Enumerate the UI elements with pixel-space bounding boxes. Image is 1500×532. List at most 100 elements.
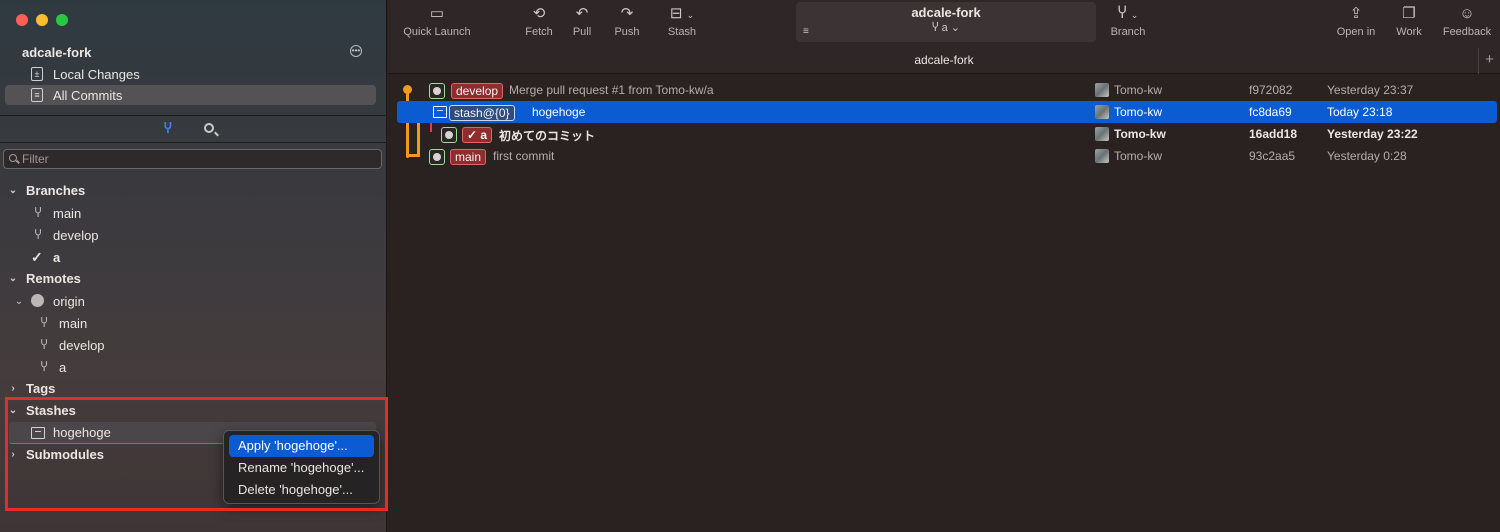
sidebar-item-local-changes[interactable]: ± Local Changes: [5, 64, 376, 84]
button-label: Quick Launch: [403, 26, 471, 38]
more-options-icon[interactable]: •••: [350, 45, 362, 57]
repository-title: adcale-fork: [911, 5, 981, 20]
badge-label: a: [480, 128, 488, 142]
branch-item-a[interactable]: ✓ a: [0, 246, 387, 268]
commit-row[interactable]: ✓ a 初めてのコミット Tomo-kw 16add18 Yesterday 2…: [388, 123, 1500, 145]
commit-list: develop Merge pull request #1 from Tomo-…: [388, 76, 1500, 532]
branch-label: a: [53, 249, 61, 265]
fetch-icon: ⟲: [532, 5, 546, 22]
current-branch-selector[interactable]: Ⴤ a ⌄: [796, 21, 1096, 34]
smiley-icon: ☺: [1459, 5, 1475, 22]
branch-badge: ✓ a: [462, 127, 493, 143]
section-tags[interactable]: › Tags: [0, 377, 387, 399]
chevron-down-icon: ⌄: [8, 272, 18, 284]
button-label: Work: [1396, 26, 1422, 38]
list-icon: ≡: [803, 26, 809, 37]
pull-icon: ↶: [575, 5, 589, 22]
branch-label: main: [53, 205, 82, 221]
commit-hash: 93c2aa5: [1249, 149, 1296, 163]
open-in-button[interactable]: ⇪ Open in: [1334, 5, 1378, 38]
commit-row[interactable]: develop Merge pull request #1 from Tomo-…: [388, 79, 1500, 101]
branch-label: main: [59, 315, 88, 331]
branch-label: develop: [53, 227, 99, 243]
button-label: Fetch: [525, 26, 553, 38]
commit-hash: 16add18: [1249, 127, 1298, 141]
feedback-button[interactable]: ☺ Feedback: [1440, 5, 1494, 38]
commit-date: Today 23:18: [1327, 105, 1393, 119]
current-branch-label: a: [941, 22, 948, 34]
remote-branch-develop[interactable]: Ⴤ develop: [0, 334, 387, 356]
section-label: Branches: [26, 182, 86, 198]
pull-button[interactable]: ↶ Pull: [567, 5, 597, 38]
commit-message: Merge pull request #1 from Tomo-kw/a: [509, 83, 714, 97]
remote-branch-a[interactable]: Ⴤ a: [0, 356, 387, 378]
all-commits-icon: ≡: [31, 88, 43, 102]
chevron-down-icon: ⌄: [14, 295, 24, 307]
fetch-button[interactable]: ⟲ Fetch: [521, 5, 557, 38]
commit-author: Tomo-kw: [1114, 105, 1163, 119]
branch-icon: Ⴤ: [34, 228, 42, 242]
remote-item-origin[interactable]: ⌄ origin: [0, 290, 387, 312]
windows-icon: ❐: [1402, 5, 1416, 22]
branch-icon: Ⴤ: [40, 338, 48, 352]
filter-placeholder: Filter: [22, 152, 49, 166]
button-label: Open in: [1336, 26, 1376, 38]
search-icon: [9, 154, 17, 162]
branch-item-develop[interactable]: Ⴤ develop: [0, 224, 387, 246]
checkmark-icon: ✓: [31, 248, 43, 265]
commit-row[interactable]: main first commit Tomo-kw 93c2aa5 Yester…: [388, 145, 1500, 167]
chevron-down-icon: ⌄: [8, 184, 18, 196]
branch-badge: main: [450, 149, 487, 165]
stash-badge: stash@{0}: [449, 105, 515, 121]
push-button[interactable]: ↷ Push: [610, 5, 644, 38]
avatar: [1095, 149, 1109, 163]
local-changes-icon: ±: [31, 67, 43, 81]
checkmark-icon: ✓: [467, 128, 481, 142]
section-remotes[interactable]: ⌄ Remotes: [0, 267, 387, 289]
branch-icon: Ⴤ: [932, 22, 939, 34]
quick-launch-button[interactable]: ▭ Quick Launch: [401, 5, 473, 38]
work-button[interactable]: ❐ Work: [1394, 5, 1424, 38]
branch-item-main[interactable]: Ⴤ main: [0, 202, 387, 224]
folder-icon: ▭: [429, 5, 445, 22]
minimize-window-button[interactable]: [36, 14, 48, 26]
sidebar-item-all-commits[interactable]: ≡ All Commits: [5, 85, 376, 105]
repository-name: adcale-fork: [22, 45, 92, 60]
button-label: Stash: [667, 26, 697, 38]
close-window-button[interactable]: [16, 14, 28, 26]
github-icon: [429, 83, 445, 99]
button-label: Feedback: [1442, 26, 1492, 38]
commit-author: Tomo-kw: [1114, 83, 1163, 97]
commit-author: Tomo-kw: [1114, 149, 1163, 163]
remote-branch-main[interactable]: Ⴤ main: [0, 312, 387, 334]
add-tab-button[interactable]: +: [1478, 48, 1500, 74]
stash-button[interactable]: ⊟ ⌄ Stash: [664, 5, 700, 38]
repository-title-box[interactable]: ≡ adcale-fork Ⴤ a ⌄: [796, 2, 1096, 42]
divider: [0, 115, 387, 116]
github-icon: [429, 149, 445, 165]
branch-view-icon[interactable]: Ⴤ: [164, 121, 178, 137]
tab-repository[interactable]: adcale-fork: [914, 53, 973, 67]
commit-date: Yesterday 23:37: [1327, 83, 1414, 97]
share-icon: ⇪: [1349, 5, 1363, 22]
sidebar: adcale-fork ••• ± Local Changes ≡ All Co…: [0, 0, 388, 532]
section-label: Remotes: [26, 270, 81, 286]
button-label: Push: [614, 26, 640, 38]
remote-label: origin: [53, 293, 85, 309]
commit-message: first commit: [493, 149, 555, 163]
button-label: Branch: [1110, 26, 1146, 38]
filter-input[interactable]: Filter: [3, 149, 382, 169]
branch-button[interactable]: Ⴤ ⌄ Branch: [1108, 5, 1148, 38]
commit-row-selected[interactable]: stash@{0} hogehoge Tomo-kw fc8da69 Today…: [397, 101, 1497, 123]
search-icon[interactable]: [204, 123, 214, 133]
divider: [0, 142, 387, 143]
branch-label: a: [59, 359, 67, 375]
toolbar: ▭ Quick Launch ⟲ Fetch ↶ Pull ↷ Push ⊟ ⌄…: [388, 0, 1500, 48]
push-icon: ↷: [620, 5, 634, 22]
section-branches[interactable]: ⌄ Branches: [0, 179, 387, 201]
stash-icon: [433, 106, 447, 118]
github-icon: [441, 127, 457, 143]
commit-date: Yesterday 23:22: [1327, 127, 1418, 141]
zoom-window-button[interactable]: [56, 14, 68, 26]
github-icon: [31, 294, 44, 307]
